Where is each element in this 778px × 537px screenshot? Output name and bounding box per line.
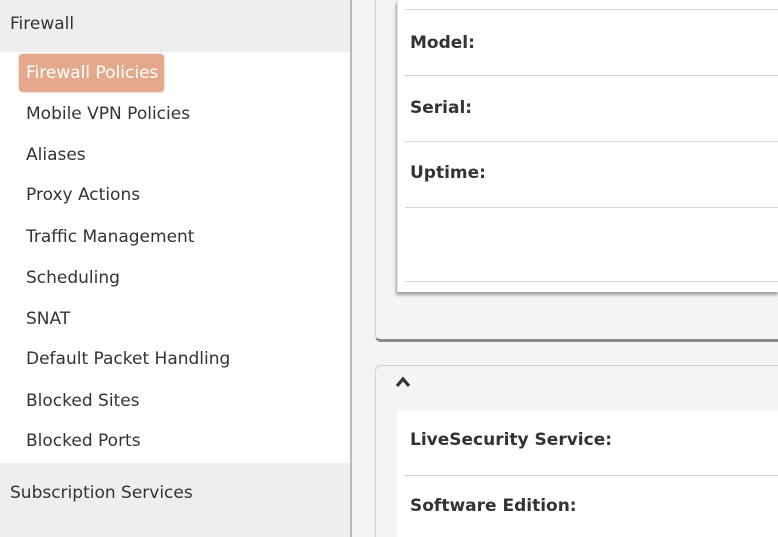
livesecurity-service-label: LiveSecurity Service: (410, 430, 613, 450)
sidebar-item-traffic-management[interactable]: Traffic Management (26, 224, 194, 250)
sidebar: Firewall Firewall Policies Mobile VPN Po… (0, 0, 350, 537)
sidebar-item-proxy-actions[interactable]: Proxy Actions (26, 182, 140, 208)
sidebar-section-firewall-label: Firewall (10, 14, 75, 34)
device-info-row-empty (405, 207, 778, 282)
sidebar-item-label: Firewall Policies (26, 63, 159, 83)
software-edition-label: Software Edition: (410, 496, 577, 516)
sidebar-item-label: Blocked Ports (26, 431, 141, 451)
sidebar-item-scheduling[interactable]: Scheduling (26, 265, 120, 291)
sidebar-item-label: Default Packet Handling (26, 349, 231, 369)
sidebar-item-blocked-ports[interactable]: Blocked Ports (26, 428, 141, 454)
sidebar-section-subscription-label: Subscription Services (10, 483, 193, 503)
sidebar-item-firewall-policies[interactable]: Firewall Policies (19, 54, 165, 92)
sidebar-item-default-packet-handling[interactable]: Default Packet Handling (26, 346, 230, 372)
chevron-up-icon[interactable] (394, 373, 412, 391)
device-info-row-uptime (405, 141, 778, 208)
sidebar-item-aliases[interactable]: Aliases (26, 142, 86, 168)
sidebar-item-label: Aliases (26, 145, 86, 165)
sidebar-item-blocked-sites[interactable]: Blocked Sites (26, 388, 140, 414)
sidebar-item-mobile-vpn-policies[interactable]: Mobile VPN Policies (26, 101, 190, 127)
sidebar-item-label: SNAT (26, 309, 71, 329)
sidebar-item-label: Mobile VPN Policies (26, 104, 191, 124)
sidebar-item-snat[interactable]: SNAT (26, 306, 70, 332)
device-info-row-model (405, 9, 778, 76)
device-info-row-serial (405, 75, 778, 142)
sidebar-item-label: Blocked Sites (26, 391, 140, 411)
sidebar-section-subscription-services[interactable]: Subscription Services (0, 463, 350, 537)
sidebar-item-label: Traffic Management (26, 227, 195, 247)
sidebar-section-firewall[interactable]: Firewall (0, 0, 350, 52)
sidebar-item-label: Scheduling (26, 268, 120, 288)
sidebar-item-label: Proxy Actions (26, 185, 141, 205)
